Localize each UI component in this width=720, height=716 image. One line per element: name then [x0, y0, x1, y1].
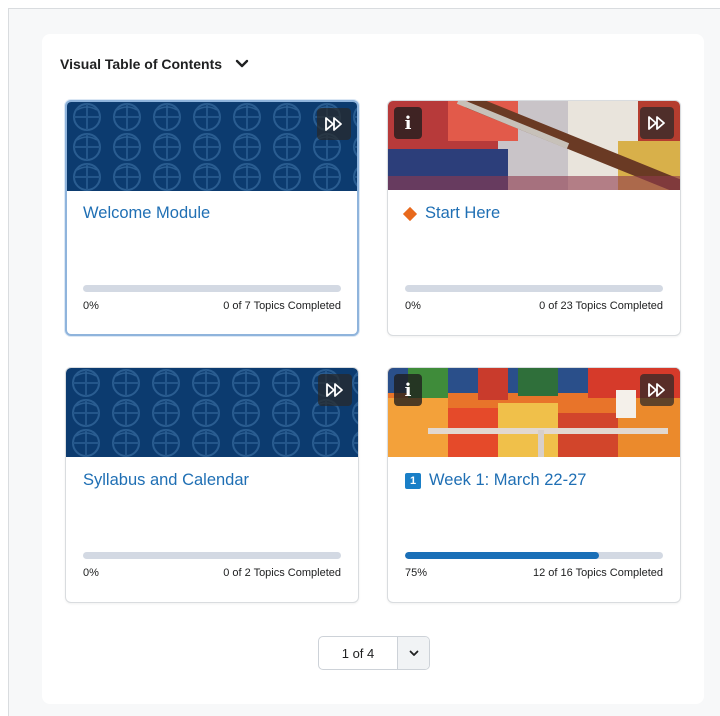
- module-banner: [388, 101, 680, 190]
- toc-title: Visual Table of Contents: [60, 56, 223, 72]
- progress-percent: 75%: [405, 567, 428, 579]
- chevron-down-icon[interactable]: [232, 54, 252, 74]
- progress-bar: [405, 552, 663, 559]
- module-card-syllabus[interactable]: Syllabus and Calendar 0% 0 of 2 Topics C…: [65, 367, 359, 603]
- page-indicator[interactable]: 1 of 4: [319, 637, 398, 669]
- module-card-welcome[interactable]: Welcome Module 0% 0 of 7 Topics Complete…: [65, 100, 359, 336]
- module-card-start-here[interactable]: i Start Here 0% 0 of 23 Topics Completed: [387, 100, 681, 336]
- chevron-down-icon[interactable]: [398, 637, 429, 669]
- pagination-select[interactable]: 1 of 4: [318, 636, 430, 670]
- progress-bar: [405, 285, 663, 292]
- play-module-button[interactable]: [317, 108, 351, 140]
- module-banner: [67, 102, 357, 191]
- diamond-icon: [402, 206, 418, 221]
- module-title-link[interactable]: Welcome Module: [83, 204, 210, 223]
- progress-percent: 0%: [405, 300, 421, 312]
- number-one-icon: 1: [405, 472, 421, 489]
- module-banner: [388, 368, 680, 457]
- toc-header[interactable]: Visual Table of Contents: [60, 52, 252, 76]
- module-card-week-1[interactable]: i 1 Week 1: March 22-27 75% 12 of 16 Top…: [387, 367, 681, 603]
- progress-percent: 0%: [83, 567, 99, 579]
- progress-percent: 0%: [83, 300, 99, 312]
- module-title-link[interactable]: Syllabus and Calendar: [83, 471, 249, 490]
- info-icon[interactable]: i: [394, 107, 422, 139]
- progress-fill: [405, 552, 599, 559]
- play-module-button[interactable]: [640, 374, 674, 406]
- progress-bar: [83, 552, 341, 559]
- module-banner: [66, 368, 358, 457]
- info-icon[interactable]: i: [394, 374, 422, 406]
- topics-completed: 12 of 16 Topics Completed: [532, 567, 663, 579]
- topics-completed: 0 of 7 Topics Completed: [223, 300, 341, 312]
- module-title-link[interactable]: Start Here: [402, 204, 500, 223]
- topics-completed: 0 of 23 Topics Completed: [539, 300, 663, 312]
- play-module-button[interactable]: [318, 374, 352, 406]
- play-module-button[interactable]: [640, 107, 674, 139]
- module-title-link[interactable]: 1 Week 1: March 22-27: [405, 471, 586, 490]
- progress-bar: [83, 285, 341, 292]
- topics-completed: 0 of 2 Topics Completed: [223, 567, 341, 579]
